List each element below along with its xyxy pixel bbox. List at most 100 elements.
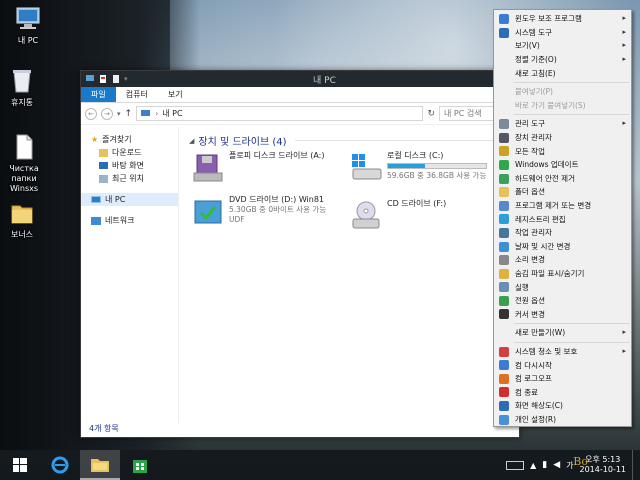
- menu-item-0[interactable]: 윈도우 보조 프로그램 ▸: [494, 12, 631, 26]
- computer-icon: [13, 4, 43, 34]
- qat-customize-icon[interactable]: ▾: [124, 75, 128, 83]
- nav-recent[interactable]: 최근 위치: [81, 172, 178, 185]
- menu-item-label: 시스템 청소 및 보호: [515, 346, 578, 356]
- menu-item-1[interactable]: 시스템 도구 ▸: [494, 26, 631, 40]
- menu-item-12[interactable]: Windows 업데이트: [494, 158, 631, 172]
- menu-item-25[interactable]: 새로 만들기(W) ▸: [494, 326, 631, 340]
- menu-item-28[interactable]: 컴 다시시작: [494, 358, 631, 372]
- menu-item-10[interactable]: 장치 관리자: [494, 131, 631, 145]
- ribbon-tabs: 파일 컴퓨터 보기: [81, 87, 519, 103]
- folder-icon: [7, 198, 37, 228]
- personalize-icon: [499, 414, 509, 425]
- menu-item-17[interactable]: 작업 관리자: [494, 226, 631, 240]
- menu-item-29[interactable]: 컴 로그오프: [494, 372, 631, 386]
- menu-item-18[interactable]: 날짜 및 시간 변경: [494, 240, 631, 254]
- menu-item-label: 윈도우 보조 프로그램: [515, 14, 582, 24]
- desktop-icon-this-pc[interactable]: 내 PC: [0, 4, 56, 46]
- menu-item-label: 붙여넣기(P): [515, 87, 553, 97]
- menu-item-22[interactable]: 전원 옵션: [494, 294, 631, 308]
- menu-item-label: 작업 관리자: [515, 228, 552, 238]
- keyboard-icon[interactable]: [506, 460, 525, 470]
- show-desktop-button[interactable]: [632, 450, 636, 480]
- refresh-button[interactable]: ↻: [427, 109, 435, 119]
- drive-cd-f[interactable]: CD 드라이브 (F:): [349, 199, 507, 239]
- menu-item-13[interactable]: 하드웨어 안전 제거: [494, 172, 631, 186]
- taskbar-store[interactable]: [120, 450, 160, 480]
- submenu-arrow-icon: ▸: [622, 328, 626, 337]
- up-button[interactable]: ↑: [125, 109, 133, 119]
- tab-computer[interactable]: 컴퓨터: [116, 87, 158, 102]
- menu-item-label: 컴 다시시작: [515, 360, 552, 370]
- menu-item-9[interactable]: 관리 도구 ▸: [494, 117, 631, 131]
- nav-desktop[interactable]: 바탕 화면: [81, 159, 178, 172]
- taskbar: ▲ ▮ ◀ 가 오후 5:13 2014-10-11: [0, 450, 640, 480]
- content-pane: ◢ 장치 및 드라이브 (4) 플로피 디스크 드라이브 (A:) 로컬 디스크…: [181, 127, 519, 423]
- back-button[interactable]: ←: [85, 107, 97, 120]
- menu-item-label: 모든 작업: [515, 146, 545, 156]
- menu-item-30[interactable]: 컴 종료: [494, 385, 631, 399]
- recent-locations-icon[interactable]: ▾: [117, 110, 121, 118]
- menu-item-16[interactable]: 레지스트리 편집: [494, 212, 631, 226]
- desktop-folder-icon: [99, 162, 108, 169]
- menu-item-21[interactable]: 실행: [494, 280, 631, 294]
- forward-button[interactable]: →: [101, 107, 113, 120]
- title-bar: ▾ 내 PC: [81, 71, 519, 87]
- menu-item-3[interactable]: 정렬 기준(O) ▸: [494, 53, 631, 67]
- address-text: 내 PC: [162, 109, 183, 118]
- menu-item-label: Windows 업데이트: [515, 160, 579, 170]
- drive-floppy-a[interactable]: 플로피 디스크 드라이브 (A:): [191, 151, 349, 191]
- menu-item-31[interactable]: 화면 해상도(C): [494, 399, 631, 413]
- group-header-devices[interactable]: ◢ 장치 및 드라이브 (4): [189, 133, 519, 148]
- menu-item-11[interactable]: 모든 작업: [494, 144, 631, 158]
- menu-item-label: 전원 옵션: [515, 296, 545, 306]
- navigation-pane: ★ 즐겨찾기 다운로드 바탕 화면 최근 위치 내 PC 네트워크: [81, 127, 179, 423]
- menu-item-4[interactable]: 새로 고침(E): [494, 66, 631, 80]
- menu-item-19[interactable]: 소리 변경: [494, 253, 631, 267]
- taskbar-internet-explorer[interactable]: [40, 450, 80, 480]
- desktop-icon-winsxs[interactable]: Чистка папки Winsxs: [0, 132, 52, 194]
- accessories-icon: [499, 14, 509, 24]
- submenu-arrow-icon: ▸: [622, 54, 626, 63]
- menu-separator: [514, 341, 629, 343]
- show-hidden-icons-icon[interactable]: ▲: [530, 461, 536, 470]
- menu-item-14[interactable]: 폴더 옵션: [494, 185, 631, 199]
- desktop-context-menu: 윈도우 보조 프로그램 ▸ 시스템 도구 ▸ 보기(V) ▸ 정렬 기준(O) ▸ 새로 고침(…: [493, 9, 632, 427]
- menu-item-label: 개인 설정(R): [515, 414, 557, 424]
- new-folder-icon[interactable]: [111, 74, 121, 84]
- menu-item-label: 폴더 옵션: [515, 187, 545, 197]
- desktop-icon-bonus-folder[interactable]: 보너스: [0, 198, 50, 240]
- start-button[interactable]: [0, 450, 40, 480]
- volume-icon[interactable]: ◀: [553, 460, 560, 470]
- submenu-arrow-icon: ▸: [622, 14, 626, 22]
- desktop-icon-recycle-bin[interactable]: 휴지통: [0, 66, 50, 108]
- menu-item-23[interactable]: 커서 변경: [494, 307, 631, 321]
- menu-item-label: 프로그램 제거 또는 변경: [515, 201, 592, 211]
- network-icon[interactable]: ▮: [542, 460, 547, 470]
- drive-dvd-d[interactable]: DVD 드라이브 (D:) Win81 5.30GB 중 0바이트 사용 가능 …: [191, 195, 349, 235]
- taskbar-file-explorer[interactable]: [80, 450, 120, 480]
- nav-this-pc[interactable]: 내 PC: [81, 193, 178, 206]
- nav-network[interactable]: 네트워크: [81, 214, 178, 227]
- programs-icon: [499, 200, 509, 211]
- run-icon: [499, 282, 509, 293]
- menu-item-20[interactable]: 숨김 파일 표시/숨기기: [494, 267, 631, 281]
- nav-downloads[interactable]: 다운로드: [81, 146, 178, 159]
- menu-item-32[interactable]: 개인 설정(R): [494, 413, 631, 427]
- tab-file[interactable]: 파일: [81, 87, 116, 102]
- menu-item-label: 숨김 파일 표시/숨기기: [515, 268, 585, 278]
- menu-item-2[interactable]: 보기(V) ▸: [494, 39, 631, 53]
- shutdown-icon: [499, 387, 509, 398]
- tab-view[interactable]: 보기: [158, 87, 193, 102]
- menu-item-15[interactable]: 프로그램 제거 또는 변경: [494, 199, 631, 213]
- menu-item-27[interactable]: 시스템 청소 및 보호 ▸: [494, 345, 631, 359]
- safely-remove-icon: [499, 173, 509, 184]
- local-disk-icon: [349, 151, 383, 185]
- menu-item-label: 시스템 도구: [515, 27, 552, 37]
- properties-icon[interactable]: [98, 74, 108, 84]
- admin-tools-icon: [499, 119, 509, 130]
- internet-explorer-icon: [51, 456, 69, 474]
- status-bar: 4개 항목: [81, 421, 519, 437]
- address-field[interactable]: › 내 PC: [136, 106, 424, 121]
- nav-favorites[interactable]: ★ 즐겨찾기: [81, 133, 178, 146]
- file-explorer-window: ▾ 내 PC 파일 컴퓨터 보기 ← → ▾ ↑ › 내 PC ↻ 내 PC 검…: [80, 70, 520, 438]
